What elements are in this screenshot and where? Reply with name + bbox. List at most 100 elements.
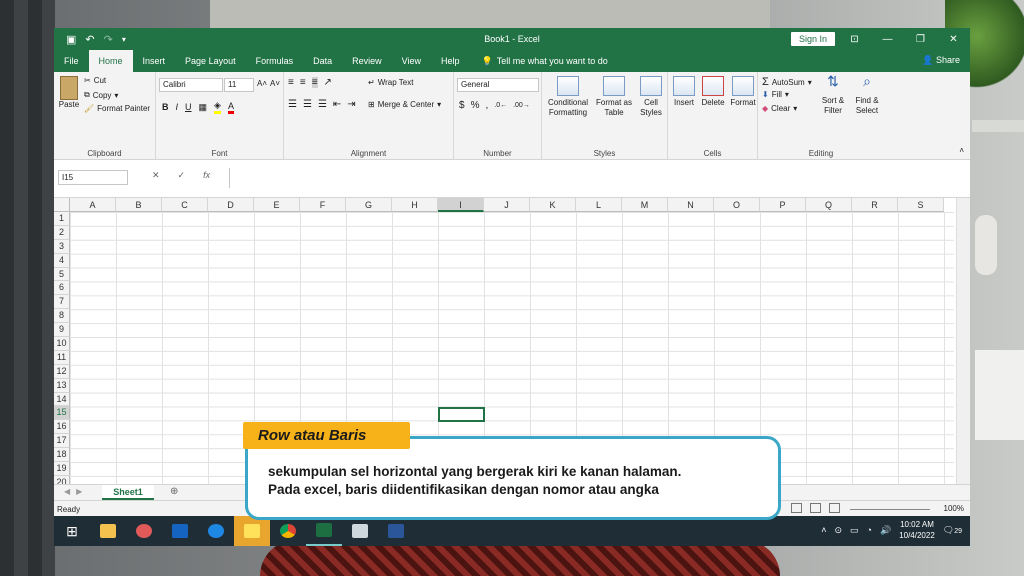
delete-cells-button[interactable]: Delete — [698, 76, 728, 108]
undo-icon[interactable]: ↶ — [85, 33, 94, 46]
tab-review[interactable]: Review — [342, 50, 392, 72]
column-header[interactable]: Q — [806, 198, 852, 212]
column-header[interactable]: P — [760, 198, 806, 212]
select-all-corner[interactable] — [54, 198, 70, 212]
close-icon[interactable]: ✕ — [937, 28, 970, 50]
notifications-icon[interactable]: 🗨29 — [943, 525, 962, 536]
decrease-decimal-icon[interactable]: .00→ — [513, 102, 530, 109]
currency-button[interactable]: $ — [459, 100, 465, 111]
tab-insert[interactable]: Insert — [133, 50, 176, 72]
row-header[interactable]: 19 — [54, 462, 70, 476]
orientation-icon[interactable]: ↗ — [324, 77, 332, 88]
merge-center-button[interactable]: ⊞ Merge & Center ▾ — [368, 100, 441, 109]
increase-decimal-icon[interactable]: .0← — [494, 102, 507, 109]
column-header[interactable]: G — [346, 198, 392, 212]
row-header[interactable]: 13 — [54, 378, 70, 393]
autosum-button[interactable]: Σ AutoSum ▾ — [762, 76, 812, 88]
taskbar-chrome[interactable] — [270, 516, 306, 546]
add-sheet-icon[interactable]: ⊕ — [170, 486, 178, 497]
taskbar-clock[interactable]: 10:02 AM 10/4/2022 — [899, 519, 935, 541]
sheet-nav-arrows[interactable]: ◀▶ — [64, 487, 88, 496]
cell-styles-button[interactable]: Cell Styles — [636, 76, 666, 118]
row-header[interactable]: 8 — [54, 309, 70, 324]
cut-button[interactable]: ✂ Cut — [84, 76, 106, 85]
taskbar-outlook[interactable] — [162, 516, 198, 546]
tray-chevron-icon[interactable]: ˄ — [821, 525, 826, 535]
decrease-font-icon[interactable]: A˅ — [270, 79, 280, 88]
fill-button[interactable]: ⬇ Fill ▾ — [762, 90, 789, 99]
sign-in-button[interactable]: Sign In — [791, 32, 836, 46]
column-header[interactable]: N — [668, 198, 714, 212]
customize-qat-icon[interactable]: ▾ — [122, 35, 126, 44]
paste-button[interactable]: Paste — [56, 76, 82, 110]
page-break-view-icon[interactable] — [829, 503, 840, 513]
minimize-icon[interactable]: — — [871, 28, 904, 50]
normal-view-icon[interactable] — [791, 503, 802, 513]
page-layout-view-icon[interactable] — [810, 503, 821, 513]
clear-button[interactable]: ◆ Clear ▾ — [762, 104, 797, 113]
start-button[interactable]: ⊞ — [54, 516, 90, 546]
column-header[interactable]: A — [70, 198, 116, 212]
save-icon[interactable]: ▣ — [66, 33, 76, 46]
find-select-button[interactable]: ⌕ Find & Select — [850, 74, 884, 116]
row-header[interactable]: 12 — [54, 364, 70, 379]
row-header[interactable]: 4 — [54, 253, 70, 268]
taskbar-paint[interactable] — [126, 516, 162, 546]
column-header[interactable]: E — [254, 198, 300, 212]
tab-view[interactable]: View — [392, 50, 431, 72]
taskbar-excel[interactable] — [306, 516, 342, 546]
tell-me-search[interactable]: 💡 Tell me what you want to do — [482, 56, 608, 67]
vertical-scrollbar[interactable] — [956, 198, 970, 486]
row-header[interactable]: 10 — [54, 337, 70, 351]
borders-icon[interactable]: ▦ — [199, 102, 208, 113]
tab-home[interactable]: Home — [88, 50, 133, 72]
bottom-align-icon[interactable]: ≡ — [311, 77, 318, 88]
row-header[interactable]: 11 — [54, 350, 70, 365]
column-header[interactable]: H — [392, 198, 438, 212]
row-header[interactable]: 9 — [54, 323, 70, 338]
row-header[interactable]: 15 — [54, 406, 70, 421]
sheet-tab-sheet1[interactable]: Sheet1 — [102, 485, 154, 500]
column-header[interactable]: O — [714, 198, 760, 212]
tray-app-icon[interactable]: ⊙ — [834, 525, 842, 536]
font-color-icon[interactable]: A — [227, 101, 234, 114]
row-header[interactable]: 6 — [54, 281, 70, 296]
tab-help[interactable]: Help — [431, 50, 470, 72]
column-header[interactable]: K — [530, 198, 576, 212]
sort-filter-button[interactable]: ⇅ Sort & Filter — [816, 74, 850, 116]
taskbar-sticky[interactable] — [234, 516, 270, 546]
center-align-icon[interactable]: ☰ — [303, 99, 312, 110]
insert-cells-button[interactable]: Insert — [670, 76, 698, 108]
taskbar-word[interactable] — [378, 516, 414, 546]
column-header[interactable]: C — [162, 198, 208, 212]
column-header[interactable]: F — [300, 198, 346, 212]
zoom-slider[interactable] — [850, 509, 930, 510]
ribbon-display-icon[interactable]: ⊡ — [838, 28, 871, 50]
enter-icon[interactable]: ✓ — [178, 170, 186, 181]
format-as-table-button[interactable]: Format as Table — [594, 76, 634, 118]
tab-file[interactable]: File — [54, 50, 89, 72]
left-align-icon[interactable]: ☰ — [288, 99, 297, 110]
row-header[interactable]: 18 — [54, 448, 70, 463]
row-header[interactable]: 2 — [54, 225, 70, 240]
copy-button[interactable]: ⧉ Copy ▾ — [84, 90, 118, 100]
percent-button[interactable]: % — [471, 100, 480, 111]
row-header[interactable]: 7 — [54, 295, 70, 310]
column-header[interactable]: R — [852, 198, 898, 212]
column-header[interactable]: B — [116, 198, 162, 212]
fill-color-icon[interactable]: ◈ — [214, 100, 221, 114]
row-header[interactable]: 16 — [54, 420, 70, 435]
network-icon[interactable]: ◔ — [867, 525, 872, 535]
middle-align-icon[interactable]: ≡ — [300, 77, 306, 88]
underline-button[interactable]: U — [185, 102, 192, 112]
font-family-select[interactable]: Calibri — [159, 78, 223, 92]
volume-icon[interactable]: 🔊 — [880, 525, 891, 536]
redo-icon[interactable]: ↷ — [104, 33, 113, 46]
format-cells-button[interactable]: Format — [728, 76, 758, 108]
decrease-indent-icon[interactable]: ⇤ — [333, 99, 341, 110]
conditional-formatting-button[interactable]: Conditional Formatting — [544, 76, 592, 118]
right-align-icon[interactable]: ☰ — [318, 99, 327, 110]
active-cell[interactable] — [438, 406, 485, 422]
column-header[interactable]: S — [898, 198, 944, 212]
insert-function-icon[interactable]: fx — [203, 170, 210, 181]
